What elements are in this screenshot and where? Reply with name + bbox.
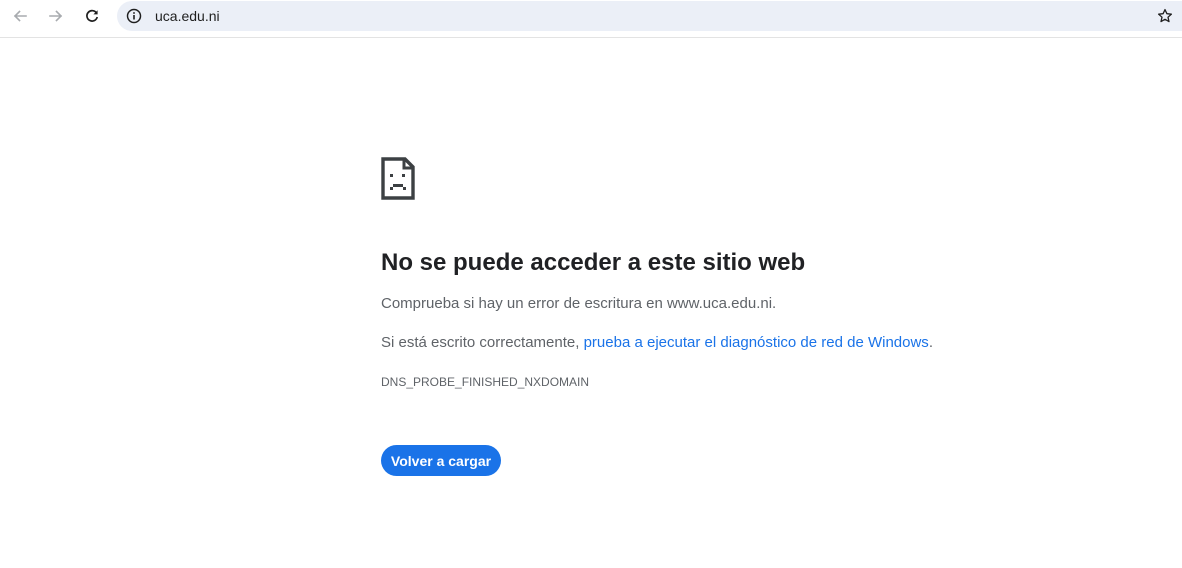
- address-bar[interactable]: uca.edu.ni: [117, 1, 1182, 31]
- star-icon[interactable]: [1156, 7, 1174, 25]
- error-code: DNS_PROBE_FINISHED_NXDOMAIN: [381, 375, 590, 389]
- arrow-left-icon: [12, 8, 28, 24]
- url-text[interactable]: uca.edu.ni: [155, 7, 220, 25]
- diagnostic-hint-prefix: Si está escrito correctamente,: [381, 334, 584, 351]
- reload-button[interactable]: [77, 3, 107, 29]
- diagnostic-hint: Si está escrito correctamente, prueba a …: [381, 334, 933, 352]
- info-icon[interactable]: [125, 7, 143, 25]
- sad-document-icon: [381, 157, 415, 200]
- arrow-right-icon: [48, 8, 64, 24]
- browser-toolbar: uca.edu.ni: [0, 0, 1182, 38]
- back-button[interactable]: [5, 3, 35, 29]
- error-title: No se puede acceder a este sitio web: [381, 249, 806, 276]
- typo-hint: Comprueba si hay un error de escritura e…: [381, 295, 777, 312]
- forward-button[interactable]: [41, 3, 71, 29]
- reload-icon: [84, 8, 100, 24]
- reload-page-button[interactable]: Volver a cargar: [381, 445, 501, 476]
- network-diagnostics-link[interactable]: prueba a ejecutar el diagnóstico de red …: [584, 334, 929, 351]
- diagnostic-hint-suffix: .: [928, 334, 933, 351]
